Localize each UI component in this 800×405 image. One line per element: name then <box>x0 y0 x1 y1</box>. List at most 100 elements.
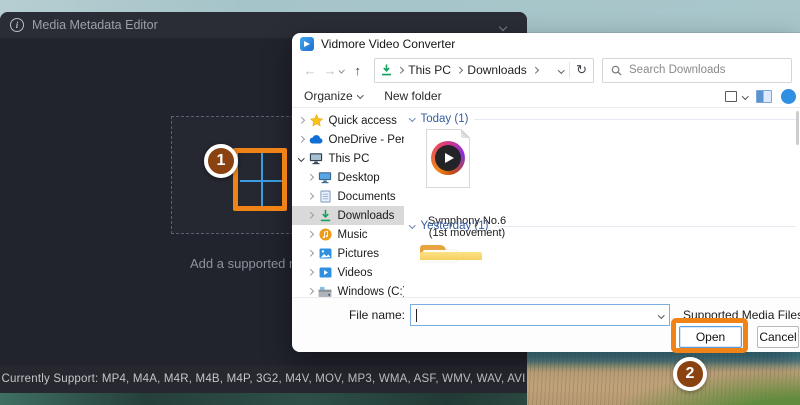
group-collapse-icon[interactable] <box>409 115 415 121</box>
download-icon <box>318 209 333 222</box>
step-2-badge: 2 <box>673 357 707 391</box>
preview-pane-icon[interactable] <box>756 90 772 103</box>
file-item-folder[interactable] <box>420 245 482 292</box>
sidebar-item-pictures[interactable]: Pictures <box>292 244 404 263</box>
expand-icon[interactable] <box>307 174 313 180</box>
search-box[interactable] <box>602 58 792 83</box>
file-name-input-wrap <box>410 304 670 326</box>
breadcrumb-separator-icon <box>532 67 538 73</box>
text-caret <box>416 309 417 322</box>
sidebar-item-label: Documents <box>338 191 396 203</box>
dialog-sidebar: Quick access OneDrive - Person This PC <box>292 108 404 297</box>
document-icon <box>318 190 333 203</box>
address-bar[interactable]: This PC Downloads ↻ <box>374 58 594 83</box>
sidebar-item-music[interactable]: Music <box>292 225 404 244</box>
group-rule <box>474 119 796 120</box>
expand-icon[interactable] <box>307 193 313 199</box>
new-folder-button[interactable]: New folder <box>384 89 441 103</box>
media-play-icon <box>431 141 465 175</box>
expand-icon[interactable] <box>307 269 313 275</box>
sidebar-item-quick-access[interactable]: Quick access <box>292 111 404 130</box>
sidebar-item-downloads[interactable]: Downloads <box>292 206 404 225</box>
navigation-bar: ← → ↑ This PC Downloads ↻ <box>292 55 800 85</box>
expand-icon[interactable] <box>298 136 304 142</box>
breadcrumb-this-pc[interactable]: This PC <box>408 63 451 77</box>
sidebar-item-label: Videos <box>338 267 373 279</box>
info-icon: i <box>10 18 24 32</box>
group-rule <box>494 226 796 227</box>
expand-icon[interactable] <box>307 212 313 218</box>
pc-icon <box>309 152 324 165</box>
supported-formats-text: Currently Support: MP4, M4A, M4R, M4B, M… <box>2 373 526 385</box>
expand-icon[interactable] <box>307 231 313 237</box>
file-item-video[interactable]: Symphony No.6 (1st movement) <box>426 129 470 188</box>
address-dropdown-icon[interactable] <box>558 67 564 73</box>
supported-formats-bar: Currently Support: MP4, M4A, M4R, M4B, M… <box>0 365 527 393</box>
forward-icon[interactable]: → <box>320 63 340 78</box>
sidebar-item-label: Pictures <box>338 248 380 260</box>
music-icon <box>318 228 333 241</box>
expand-icon[interactable] <box>298 117 304 123</box>
group-header-today[interactable]: Today (1) <box>410 112 796 126</box>
dialog-toolbar: Organize New folder <box>292 85 800 107</box>
refresh-icon[interactable]: ↻ <box>576 62 587 78</box>
sidebar-item-onedrive[interactable]: OneDrive - Person <box>292 130 404 149</box>
expand-icon[interactable] <box>307 288 313 294</box>
history-chevron-icon[interactable] <box>339 67 345 73</box>
file-name-input[interactable] <box>411 305 659 325</box>
dialog-titlebar: Vidmore Video Converter <box>292 33 800 55</box>
file-open-dialog: Vidmore Video Converter ← → ↑ This PC Do… <box>292 33 800 352</box>
view-dropdown-icon[interactable] <box>742 93 748 99</box>
videos-icon <box>318 267 333 278</box>
vidmore-logo-icon <box>300 37 314 51</box>
address-divider <box>569 62 570 78</box>
folder-icon <box>420 254 482 292</box>
sidebar-item-label: Windows (C:) <box>338 286 405 298</box>
sidebar-item-label: Downloads <box>338 210 395 222</box>
expand-icon[interactable] <box>307 250 313 256</box>
chevron-down-icon <box>357 92 363 98</box>
group-header-yesterday[interactable]: Yesterday (1) <box>410 219 796 233</box>
file-name-label: File name: <box>332 308 405 322</box>
up-icon[interactable]: ↑ <box>348 63 368 78</box>
sidebar-item-label: Desktop <box>338 172 380 184</box>
back-icon[interactable]: ← <box>300 63 320 78</box>
desktop-wallpaper-photo <box>527 348 800 405</box>
cancel-button[interactable]: Cancel <box>757 326 799 348</box>
sidebar-item-videos[interactable]: Videos <box>292 263 404 282</box>
sidebar-item-documents[interactable]: Documents <box>292 187 404 206</box>
drive-icon <box>318 286 333 298</box>
file-name-dropdown-icon[interactable] <box>658 312 664 318</box>
sidebar-item-desktop[interactable]: Desktop <box>292 168 404 187</box>
screenshot-root: i Media Metadata Editor Add a supported … <box>0 0 800 405</box>
group-label: Today (1) <box>421 113 469 125</box>
highlight-rect-step2 <box>671 318 748 353</box>
downloads-icon <box>381 64 392 76</box>
pictures-icon <box>318 248 333 259</box>
sidebar-item-label: This PC <box>329 153 370 165</box>
breadcrumb-downloads[interactable]: Downloads <box>467 63 526 77</box>
collapse-icon[interactable] <box>298 155 304 161</box>
desktop-icon <box>318 171 333 184</box>
app-title: Media Metadata Editor <box>32 18 158 32</box>
sidebar-item-label: Music <box>338 229 368 241</box>
page-fold <box>461 129 470 138</box>
sidebar-item-this-pc[interactable]: This PC <box>292 149 404 168</box>
organize-label: Organize <box>304 89 353 103</box>
desktop-wallpaper-strip <box>0 393 527 405</box>
search-input[interactable] <box>629 64 783 76</box>
step-1-badge: 1 <box>204 144 238 178</box>
thumbnail-view-icon[interactable] <box>725 91 737 102</box>
group-collapse-icon[interactable] <box>409 222 415 228</box>
breadcrumb-separator-icon <box>456 67 462 73</box>
organize-button[interactable]: Organize <box>304 89 362 103</box>
help-icon[interactable] <box>781 89 796 104</box>
sidebar-item-label: Quick access <box>329 115 397 127</box>
group-label: Yesterday (1) <box>421 220 489 232</box>
sidebar-item-label: OneDrive - Person <box>329 134 405 146</box>
star-icon <box>309 114 324 127</box>
search-icon <box>611 65 622 76</box>
drop-hint-text: Add a supported me <box>190 256 307 271</box>
highlight-rect-step1 <box>233 148 287 211</box>
cloud-icon <box>309 135 324 144</box>
